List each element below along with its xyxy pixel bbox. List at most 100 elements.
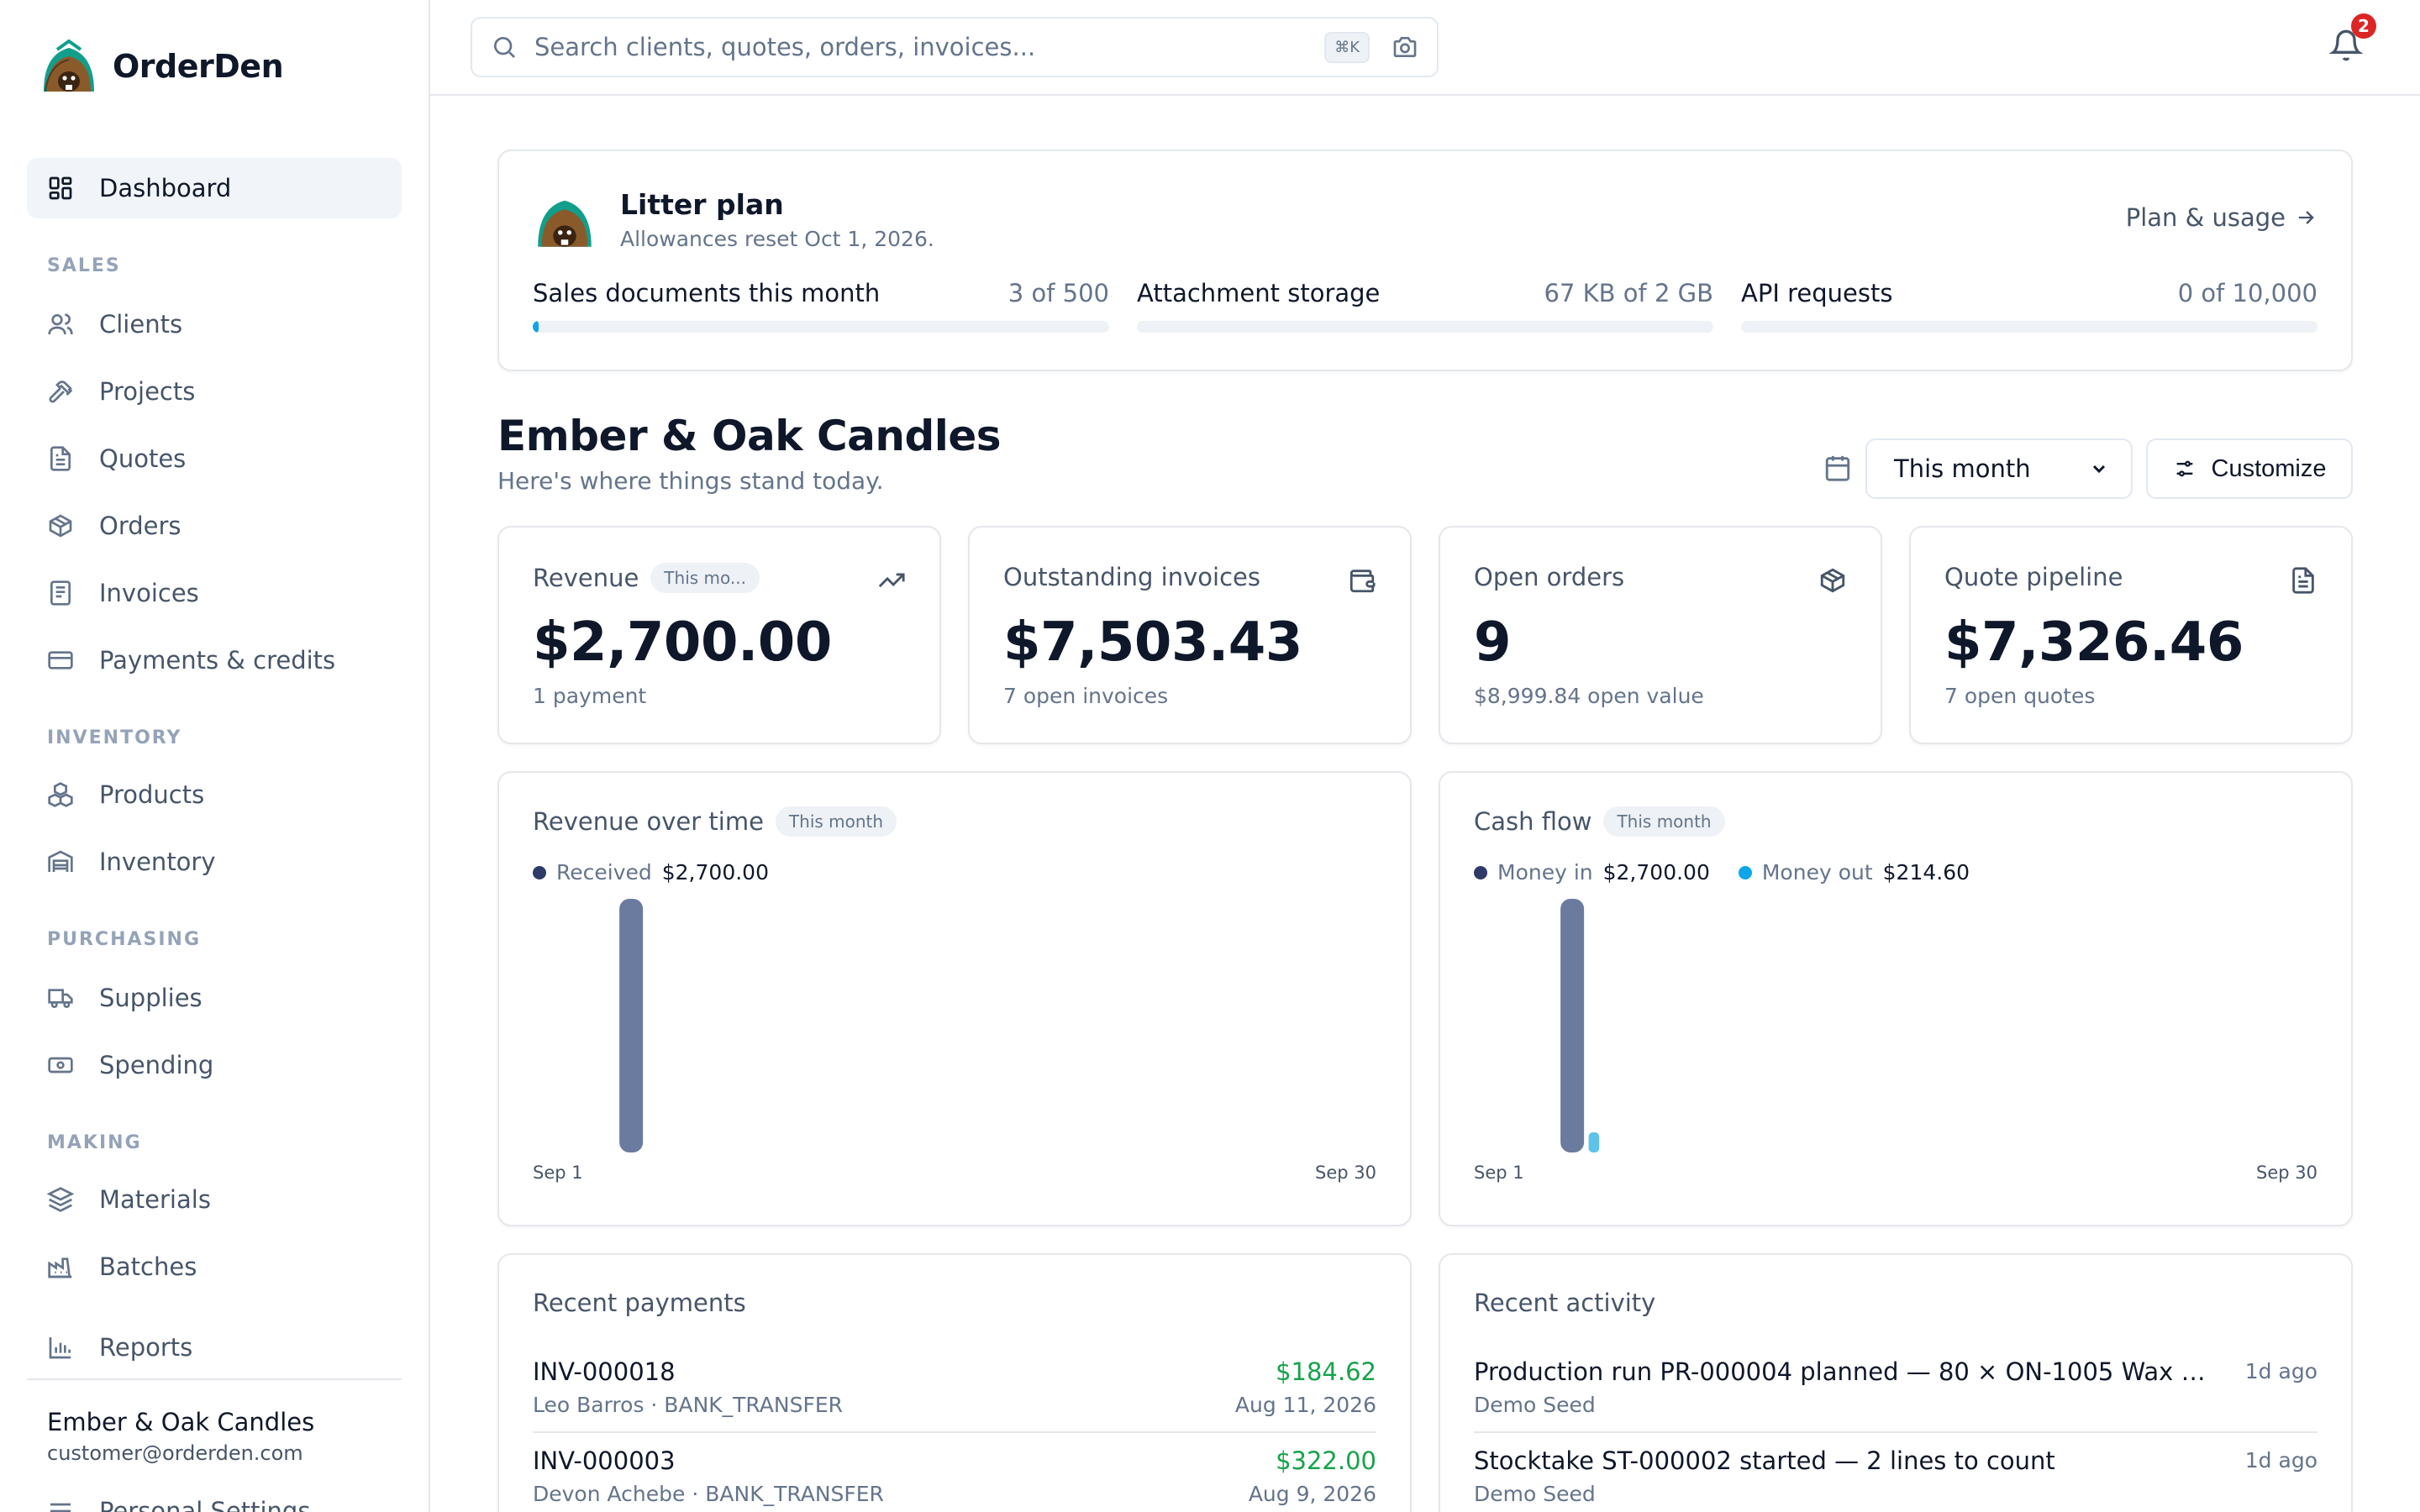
chart-title-text: Revenue over time	[533, 807, 764, 836]
chart-legend: Received $2,700.00	[533, 860, 797, 885]
usage-api-requests: API requests 0 of 10,000	[1741, 279, 2317, 333]
plan-subtitle: Allowances reset Oct 1, 2026.	[620, 227, 934, 251]
kpi-subtext: 7 open quotes	[1944, 684, 2096, 708]
chevron-down-icon	[2092, 465, 2106, 474]
chart-bar-received[interactable]	[619, 899, 644, 1152]
payment-row[interactable]: INV-000003 Devon Achebe · BANK_TRANSFER …	[533, 1446, 1376, 1512]
kpi-subtext: $8,999.84 open value	[1474, 684, 1704, 708]
sidebar-item-label: Inventory	[99, 848, 216, 876]
legend-dot	[1474, 865, 1487, 879]
sidebar-item-label: Spending	[99, 1051, 214, 1079]
sidebar-item-reports[interactable]: Reports	[27, 1317, 402, 1378]
sidebar-item-inventory[interactable]: Inventory	[27, 832, 402, 892]
customize-button[interactable]: Customize	[2146, 438, 2353, 499]
sidebar-item-projects[interactable]: Projects	[27, 361, 402, 422]
payment-amount: $322.00	[1276, 1446, 1376, 1475]
wallet-icon	[1349, 570, 1376, 593]
search-input[interactable]	[534, 33, 1325, 61]
payment-row[interactable]: INV-000018 Leo Barros · BANK_TRANSFER $1…	[533, 1357, 1376, 1433]
settings-icon	[50, 1503, 71, 1512]
file-text-icon	[50, 446, 71, 471]
legend-item-money-in: Money in $2,700.00	[1474, 860, 1710, 885]
sidebar-item-supplies[interactable]: Supplies	[27, 968, 402, 1028]
recent-payments-card: Recent payments INV-000018 Leo Barros · …	[497, 1253, 1412, 1512]
camera-icon[interactable]	[1392, 34, 1418, 60]
account-name[interactable]: Ember & Oak Candles	[47, 1408, 314, 1436]
sidebar-item-label: Batches	[99, 1252, 197, 1281]
sidebar-item-orders[interactable]: Orders	[27, 496, 402, 556]
usage-bar	[1137, 321, 1713, 333]
kpi-label-text: Revenue	[533, 564, 639, 592]
legend-item-received: Received $2,700.00	[533, 860, 769, 885]
x-axis-end: Sep 30	[2256, 1163, 2317, 1183]
sidebar-item-label: Quotes	[99, 444, 187, 473]
chart-bar-money-out[interactable]	[1588, 1131, 1600, 1152]
sidebar-item-clients[interactable]: Clients	[27, 294, 402, 354]
chart-title-text: Cash flow	[1474, 807, 1592, 836]
sliders-icon	[2176, 460, 2192, 477]
sidebar-item-materials[interactable]: Materials	[27, 1169, 402, 1230]
usage-sales-documents: Sales documents this month 3 of 500	[533, 279, 1109, 333]
bar-chart-icon	[49, 1337, 71, 1359]
sidebar-item-label: Dashboard	[99, 174, 232, 202]
activity-row[interactable]: Stocktake ST-000002 started — 2 lines to…	[1474, 1446, 2317, 1512]
period-select[interactable]: This month	[1865, 438, 2133, 499]
search-icon	[494, 37, 515, 58]
sidebar-item-spending[interactable]: Spending	[27, 1035, 402, 1095]
file-text-icon	[2292, 567, 2314, 594]
sidebar-item-payments[interactable]: Payments & credits	[27, 630, 402, 690]
usage-label: Sales documents this month	[533, 279, 881, 307]
row-divider	[1474, 1431, 2317, 1433]
kpi-subtext: 1 payment	[533, 684, 647, 708]
sidebar-item-batches[interactable]: Batches	[27, 1236, 402, 1297]
kpi-label: Quote pipeline	[1944, 563, 2123, 591]
payment-date: Aug 9, 2026	[1248, 1482, 1376, 1506]
payment-invoice: INV-000018	[533, 1357, 676, 1386]
recent-activity-card: Recent activity Production run PR-000004…	[1439, 1253, 2353, 1512]
sidebar-item-personal-settings[interactable]: Personal Settings	[47, 1497, 310, 1512]
kpi-label: Outstanding invoices	[1003, 563, 1260, 591]
sidebar-item-invoices[interactable]: Invoices	[27, 563, 402, 623]
search-box[interactable]: ⌘K	[471, 17, 1439, 77]
kpi-outstanding-invoices[interactable]: Outstanding invoices $7,503.43 7 open in…	[968, 526, 1412, 744]
row-divider	[533, 1431, 1376, 1433]
topbar: ⌘K 2	[430, 0, 2420, 96]
usage-value: 0 of 10,000	[2177, 279, 2317, 307]
usage-attachment-storage: Attachment storage 67 KB of 2 GB	[1137, 279, 1713, 333]
sidebar-item-label: Supplies	[99, 984, 203, 1012]
sidebar-item-label: Reports	[99, 1333, 193, 1362]
usage-fill	[533, 321, 539, 333]
legend-value: $2,700.00	[1602, 860, 1710, 885]
truck-icon	[48, 989, 73, 1008]
sidebar-item-products[interactable]: Products	[27, 764, 402, 825]
sidebar-item-label: Materials	[99, 1185, 211, 1214]
revenue-chart-card: Revenue over time This month Received $2…	[497, 771, 1412, 1226]
kpi-open-orders[interactable]: Open orders 9 $8,999.84 open value	[1439, 526, 1882, 744]
legend-value: $2,700.00	[661, 860, 769, 885]
cashflow-chart-card: Cash flow This month Money in $2,700.00 …	[1439, 771, 2353, 1226]
chart-title: Cash flow This month	[1474, 806, 1725, 837]
cashflow-chart	[1560, 899, 1600, 1152]
calendar-icon	[1825, 455, 1850, 481]
kpi-value: $2,700.00	[533, 612, 832, 674]
sidebar-item-quotes[interactable]: Quotes	[27, 428, 402, 489]
kpi-revenue[interactable]: Revenue This mo... $2,700.00 1 payment	[497, 526, 941, 744]
plan-usage-link[interactable]: Plan & usage	[2126, 203, 2317, 232]
usage-value: 3 of 500	[1007, 279, 1109, 307]
personal-settings-label: Personal Settings	[99, 1497, 311, 1512]
brand[interactable]: OrderDen	[40, 39, 284, 94]
notification-badge: 2	[2351, 13, 2376, 39]
plan-card: Litter plan Allowances reset Oct 1, 2026…	[497, 150, 2353, 371]
plan-logo	[538, 200, 592, 247]
credit-card-icon	[48, 651, 73, 669]
chart-legend: Money in $2,700.00 Money out $214.60	[1474, 860, 1998, 885]
banknote-icon	[48, 1057, 73, 1074]
sidebar-item-dashboard[interactable]: Dashboard	[27, 158, 402, 218]
activity-row[interactable]: Production run PR-000004 planned — 80 × …	[1474, 1357, 2317, 1433]
trending-up-icon	[878, 573, 905, 588]
kpi-quote-pipeline[interactable]: Quote pipeline $7,326.46 7 open quotes	[1909, 526, 2353, 744]
receipt-icon	[50, 580, 71, 606]
chart-bar-money-in[interactable]	[1560, 899, 1585, 1152]
period-pill: This month	[1603, 806, 1725, 837]
section-inventory: INVENTORY	[47, 727, 182, 748]
